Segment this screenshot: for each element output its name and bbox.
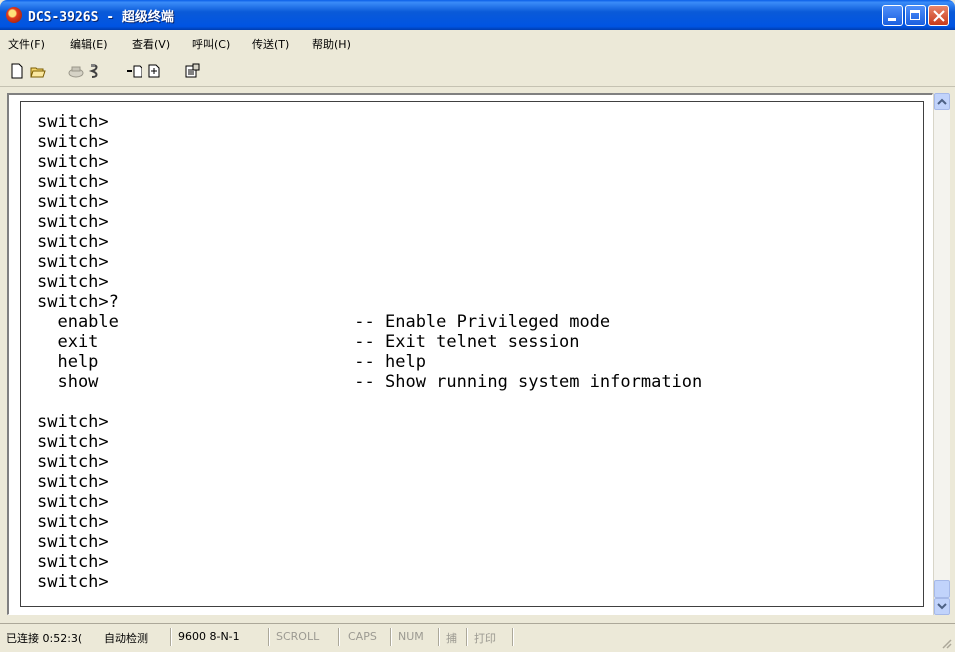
print-status: 打印 bbox=[474, 632, 496, 645]
hyperterminal-app-icon[interactable] bbox=[6, 7, 22, 23]
minimize-button[interactable] bbox=[882, 5, 903, 26]
chevron-down-icon bbox=[937, 603, 947, 610]
status-separator bbox=[338, 628, 340, 646]
vertical-scrollbar[interactable] bbox=[933, 93, 950, 615]
disconnect-icon[interactable] bbox=[68, 63, 84, 79]
menu-call[interactable]: 呼叫(C) bbox=[192, 36, 230, 52]
scroll-status: SCROLL bbox=[276, 630, 320, 643]
window-title: DCS-3926S - 超级终端 bbox=[28, 10, 174, 25]
receive-icon[interactable] bbox=[146, 63, 162, 79]
new-icon[interactable] bbox=[9, 63, 25, 79]
close-icon bbox=[933, 10, 945, 22]
terminal-frame: switch> switch> switch> switch> switch> … bbox=[7, 93, 933, 615]
toolbar bbox=[0, 56, 955, 87]
resize-grip-icon[interactable] bbox=[940, 637, 952, 649]
menu-file[interactable]: 文件(F) bbox=[8, 36, 45, 52]
open-icon[interactable] bbox=[30, 63, 46, 79]
maximize-button[interactable] bbox=[905, 5, 926, 26]
connect-icon[interactable] bbox=[88, 63, 104, 79]
menu-transfer[interactable]: 传送(T) bbox=[252, 36, 289, 52]
status-separator bbox=[170, 628, 172, 646]
maximize-icon bbox=[910, 10, 920, 20]
status-separator bbox=[268, 628, 270, 646]
status-separator bbox=[390, 628, 392, 646]
terminal-screen[interactable]: switch> switch> switch> switch> switch> … bbox=[20, 101, 924, 607]
terminal-output[interactable]: switch> switch> switch> switch> switch> … bbox=[37, 112, 702, 592]
title-bar[interactable]: DCS-3926S - 超级终端 bbox=[0, 0, 955, 30]
scroll-up-button[interactable] bbox=[934, 93, 950, 110]
send-icon[interactable] bbox=[126, 63, 142, 79]
menu-help[interactable]: 帮助(H) bbox=[312, 36, 351, 52]
status-separator bbox=[466, 628, 468, 646]
close-button[interactable] bbox=[928, 5, 949, 26]
menu-view[interactable]: 查看(V) bbox=[132, 36, 170, 52]
scroll-thumb[interactable] bbox=[934, 580, 950, 598]
chevron-up-icon bbox=[937, 98, 947, 105]
status-bar: 已连接 0:52:3( 自动检测 9600 8-N-1 SCROLL CAPS … bbox=[0, 623, 955, 652]
status-separator bbox=[438, 628, 440, 646]
num-status: NUM bbox=[398, 630, 424, 643]
minimize-icon bbox=[888, 18, 896, 21]
menu-bar: 文件(F) 编辑(E) 查看(V) 呼叫(C) 传送(T) 帮助(H) bbox=[0, 30, 955, 56]
caps-status: CAPS bbox=[348, 630, 377, 643]
connection-status: 已连接 0:52:3( bbox=[6, 632, 83, 645]
detect-status: 自动检测 bbox=[104, 632, 148, 645]
capture-status: 捕 bbox=[446, 632, 457, 645]
properties-icon[interactable] bbox=[184, 63, 200, 79]
baud-status: 9600 8-N-1 bbox=[178, 630, 240, 643]
status-separator bbox=[512, 628, 514, 646]
menu-edit[interactable]: 编辑(E) bbox=[70, 36, 108, 52]
scroll-down-button[interactable] bbox=[934, 598, 950, 615]
